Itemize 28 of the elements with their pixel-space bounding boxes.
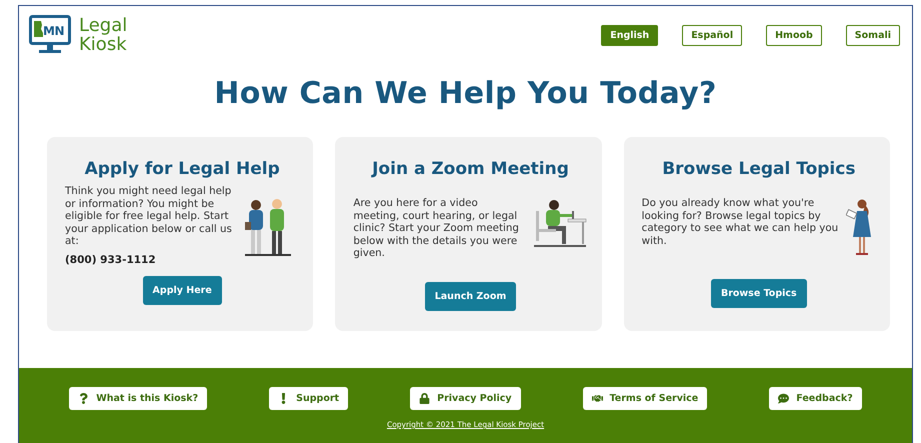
action-button[interactable]: Launch Zoom [424,282,516,310]
page-heading: How Can We Help You Today? [213,76,718,111]
language-button[interactable]: Somali [846,24,900,46]
language-button[interactable]: Hmoob [766,24,822,46]
chat-bubble-icon [778,393,790,404]
action-button[interactable]: Apply Here [142,276,222,304]
question-icon [78,393,90,404]
monitor-logo-icon [29,15,71,55]
logo-badge-text: MN [43,24,64,38]
handshake-icon [592,393,603,404]
card-description: Do you already know what you're looking for? Browse legal topics by category to see what we can help you with. [642,197,840,247]
action-button[interactable]: Browse Topics [710,279,807,308]
footer-link-button[interactable]: Terms of Service [582,387,708,410]
language-button[interactable]: English [601,24,658,46]
card-title: Browse Legal Topics [662,159,856,179]
logo-title: Legal [79,16,128,35]
language-button[interactable]: Español [682,24,742,46]
logo-title: Kiosk [79,35,128,54]
footer-link-button[interactable]: What is this Kiosk? [69,387,208,410]
card-title: Apply for Legal Help [84,159,280,179]
lock-icon [419,393,430,404]
card-description: Think you might need legal help or information? You might be eligible for free legal help. Start your application below or call us at: [65,185,233,248]
phone-number: (800) 933-1112 [65,254,157,266]
footer-link-button[interactable]: Support [269,387,348,410]
footer-link-button[interactable]: Feedback? [769,387,862,410]
card-description: Are you here for a video meeting, court hearing, or legal clinic? Start your Zoom meeting below with the details you were given. [353,197,520,260]
card-title: Join a Zoom Meeting [372,159,569,179]
footer-link-button[interactable]: Privacy Policy [410,387,521,410]
